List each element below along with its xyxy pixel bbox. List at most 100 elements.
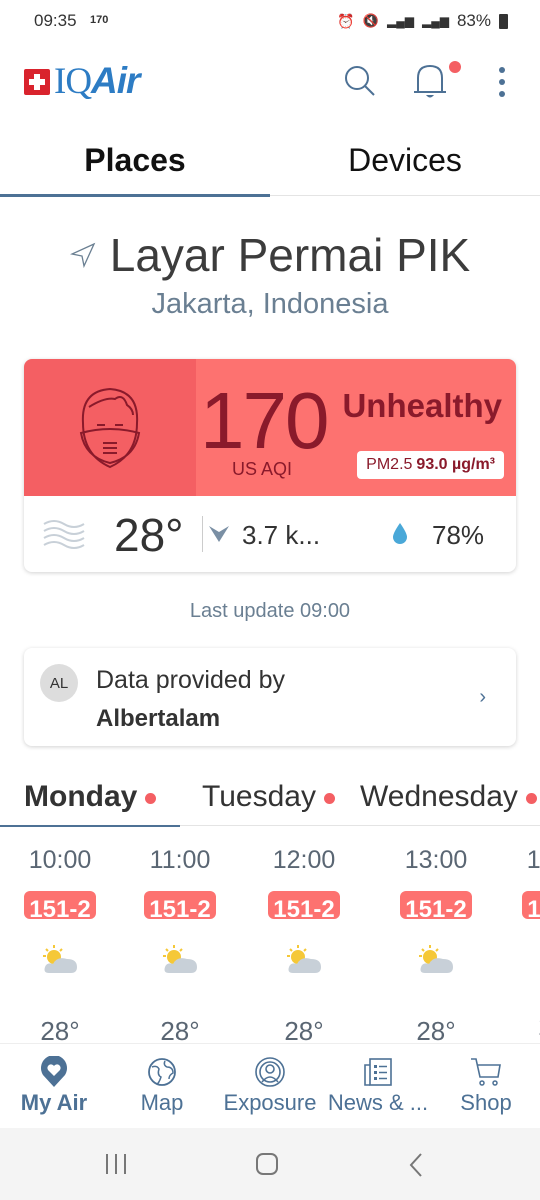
- hour-temp: 28°: [160, 1016, 200, 1044]
- pollutant-name: PM2.5: [366, 456, 413, 473]
- battery-icon: [499, 13, 508, 29]
- partly-cloudy-icon: [287, 945, 321, 973]
- day-tab-tuesday[interactable]: Tuesday: [202, 780, 335, 814]
- hour-item: 12:00 151-2 28°: [254, 830, 354, 1044]
- hour-time: 10:00: [28, 846, 92, 874]
- hour-aqi-badge: 151-2: [24, 891, 96, 919]
- hour-item: 13:00 151-2 28°: [386, 830, 486, 1044]
- hour-temp: 28°: [284, 1016, 324, 1044]
- pollutant-concentration: 93.0 µg/m³: [416, 456, 495, 473]
- day-label: Wednesday: [360, 780, 518, 813]
- nav-label: Map: [140, 1090, 184, 1115]
- wind-direction-icon: [209, 526, 229, 542]
- hour-item: 11:00 151-2 28°: [130, 830, 230, 1044]
- location-arrow-icon: [69, 242, 96, 268]
- last-update: Last update 09:00: [189, 600, 351, 622]
- heart-pin-icon: [41, 1056, 67, 1087]
- nav-map[interactable]: Map: [108, 1054, 216, 1116]
- mute-icon: 🔇: [362, 13, 380, 28]
- humidity: 78%: [432, 520, 485, 550]
- hour-aqi-badge: 151-2: [400, 891, 472, 919]
- day-tabs: Monday Tuesday Wednesday: [0, 770, 540, 827]
- bottom-nav: My Air Map Exposure News & ... Shop: [0, 1043, 540, 1128]
- day-tab-indicator: [0, 825, 180, 827]
- partly-cloudy-icon: [43, 945, 77, 973]
- hour-item: 10:00 151-2 28°: [10, 830, 110, 1044]
- hour-time: 13:00: [404, 846, 468, 874]
- notification-dot: [449, 61, 461, 73]
- alert-dot: [525, 792, 537, 804]
- home-button[interactable]: [255, 1152, 279, 1176]
- cart-icon: [471, 1058, 501, 1086]
- nav-shop[interactable]: Shop: [432, 1054, 540, 1116]
- search-icon[interactable]: [343, 64, 377, 98]
- hour-time: 12:00: [272, 846, 336, 874]
- iqair-logo: IQAir: [24, 62, 140, 100]
- wind-speed: 3.7 k...: [242, 520, 321, 550]
- hour-aqi-badge: 151-2: [144, 891, 216, 919]
- humidity-drop-icon: [393, 523, 407, 544]
- signal-icon: ▂▄▆: [387, 14, 414, 28]
- masked-face-icon: [79, 387, 141, 468]
- hour-aqi-badge: 151-2: [268, 891, 340, 919]
- location-name: Layar Permai PIK: [109, 229, 471, 281]
- logo-text-2: Air: [91, 60, 140, 101]
- recents-button[interactable]: [104, 1152, 128, 1176]
- temperature: 28°: [114, 509, 184, 561]
- weather-row: 28° 3.7 k... 78%: [24, 496, 516, 572]
- tab-indicator: [0, 194, 270, 197]
- chevron-right-icon: ›: [479, 686, 486, 708]
- status-time: 09:35: [34, 11, 77, 30]
- location-region: Jakarta, Indonesia: [151, 288, 389, 320]
- exposure-icon: [255, 1057, 285, 1087]
- day-tab-wednesday[interactable]: Wednesday: [360, 780, 537, 814]
- logo-text: IQ: [54, 61, 92, 102]
- signal-icon: ▂▄▆: [422, 14, 449, 28]
- nav-label: Exposure: [223, 1090, 317, 1115]
- aqi-card[interactable]: 170 US AQI Unhealthy PM2.5 93.0 µg/m³ 28°…: [24, 359, 516, 572]
- alert-dot: [323, 792, 335, 804]
- tab-places[interactable]: Places: [0, 142, 270, 179]
- day-tab-monday[interactable]: Monday: [24, 780, 157, 814]
- pollutant-badge: PM2.5 93.0 µg/m³: [357, 451, 504, 479]
- globe-icon: [148, 1058, 176, 1086]
- news-icon: [364, 1058, 392, 1086]
- divider: [202, 516, 203, 552]
- aqi-value-panel: 170 US AQI Unhealthy PM2.5 93.0 µg/m³: [196, 359, 516, 496]
- tab-devices[interactable]: Devices: [270, 142, 540, 179]
- nav-label: Shop: [460, 1090, 512, 1115]
- aqi-status: Unhealthy: [342, 387, 502, 424]
- hour-temp: 28°: [40, 1016, 80, 1044]
- hour-item: 14:00 151-2 28°: [508, 830, 540, 1042]
- more-icon[interactable]: [497, 66, 507, 98]
- aqi-value: 170: [200, 376, 329, 465]
- aqi-unit: US AQI: [232, 459, 293, 479]
- data-provider-card[interactable]: AL Data provided by Albertalam ›: [24, 648, 516, 746]
- back-button[interactable]: [408, 1152, 424, 1178]
- provider-avatar: AL: [40, 664, 78, 702]
- hourly-forecast[interactable]: 10:00 151-2 28° 11:00 151-2 28° 12:00 15…: [0, 830, 540, 1044]
- haze-icon: [43, 520, 85, 549]
- status-icons: ⏰ 🔇 ▂▄▆ ▂▄▆ 83%: [337, 11, 508, 31]
- system-nav-bar: [0, 1128, 540, 1200]
- battery-text: 83%: [456, 11, 491, 30]
- tab-bar: Places Devices: [0, 130, 540, 197]
- nav-label: News & ...: [327, 1090, 429, 1115]
- nav-label: My Air: [20, 1090, 88, 1115]
- nav-my-air[interactable]: My Air: [0, 1054, 108, 1116]
- bell-icon[interactable]: [410, 60, 450, 102]
- nav-news[interactable]: News & ...: [324, 1054, 432, 1116]
- alarm-icon: ⏰: [337, 12, 355, 29]
- app-bar: IQAir: [0, 52, 540, 112]
- day-label: Tuesday: [202, 780, 316, 813]
- hour-time: 11:00: [149, 846, 211, 874]
- swiss-cross-icon: [24, 68, 50, 95]
- nav-exposure[interactable]: Exposure: [216, 1054, 324, 1116]
- partly-cloudy-icon: [419, 945, 453, 973]
- location-header: Layar Permai PIK Jakarta, Indonesia: [0, 228, 540, 321]
- aqi-face-panel: [24, 359, 196, 496]
- provider-label: Data provided by: [96, 666, 286, 694]
- alert-dot: [145, 792, 157, 804]
- hour-temp: 28°: [508, 1011, 540, 1042]
- hour-time: 14:00: [526, 846, 540, 874]
